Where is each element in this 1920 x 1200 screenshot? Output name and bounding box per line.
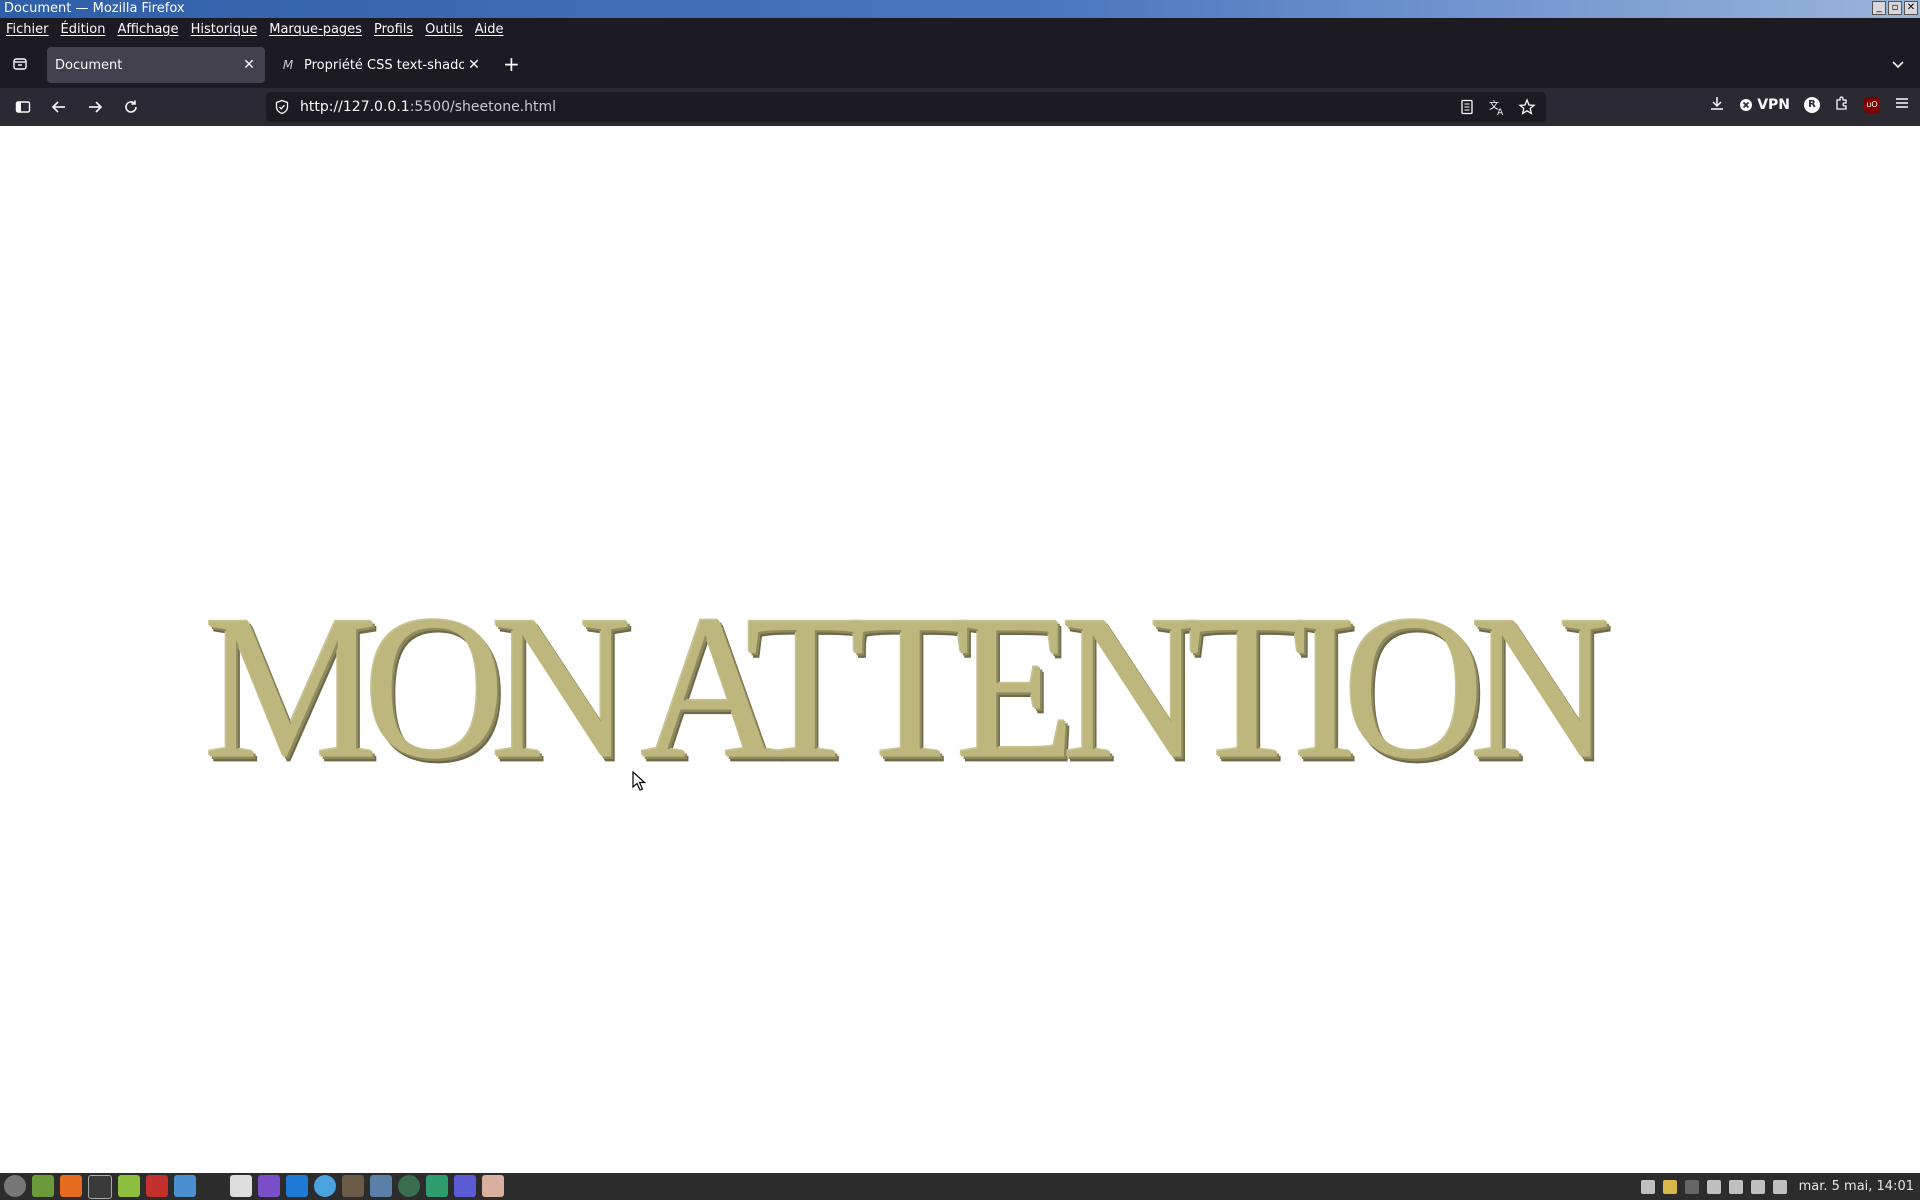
close-icon[interactable]: ✕: [464, 57, 484, 73]
close-icon[interactable]: ✕: [239, 57, 259, 73]
clock[interactable]: mar. 5 mai, 14:01: [1799, 1179, 1914, 1194]
remote-desktop-icon[interactable]: [482, 1175, 504, 1197]
sidebar-icon[interactable]: [11, 95, 35, 119]
bluetooth-icon[interactable]: [1640, 1179, 1655, 1194]
maximize-icon[interactable]: ▫: [1888, 1, 1902, 15]
minimize-icon[interactable]: _: [1872, 1, 1886, 15]
ublock-origin-icon[interactable]: uO: [1864, 97, 1880, 113]
close-icon[interactable]: ✕: [1904, 1, 1918, 15]
tab-overview-icon[interactable]: [8, 52, 32, 76]
tab-favicon: M: [282, 58, 294, 72]
chevron-down-icon[interactable]: [1890, 56, 1906, 76]
settings-icon[interactable]: [314, 1175, 336, 1197]
vpn-button[interactable]: VPN: [1739, 97, 1790, 113]
app-menu-icon[interactable]: [4, 1175, 26, 1197]
volume-icon[interactable]: [1772, 1179, 1787, 1194]
profile-avatar[interactable]: R: [1804, 97, 1820, 113]
download-icon[interactable]: [1709, 95, 1725, 115]
toolbar-right: VPN R uO: [1709, 95, 1910, 115]
taskbar: mar. 5 mai, 14:01: [0, 1173, 1920, 1200]
vpn-label: VPN: [1757, 97, 1790, 113]
vscodium-icon[interactable]: [426, 1175, 448, 1197]
show-desktop-icon[interactable]: [32, 1175, 54, 1197]
menu-edition[interactable]: Édition: [55, 22, 112, 37]
reload-icon[interactable]: [119, 95, 143, 119]
shield-icon[interactable]: [274, 99, 290, 119]
terminal-icon[interactable]: [88, 1175, 112, 1199]
obsidian-icon[interactable]: [258, 1175, 280, 1197]
menu-aide[interactable]: Aide: [469, 22, 510, 37]
url-bar[interactable]: http://127.0.0.1:5500/sheetone.html 文A: [266, 92, 1546, 122]
taskbar-launchers: [4, 1175, 504, 1199]
menu-affichage[interactable]: Affichage: [111, 22, 184, 37]
headline-text: MON ATTENTION: [204, 573, 1611, 802]
headline-container: MON ATTENTION: [0, 573, 1920, 830]
taskbar-spacer: [202, 1175, 224, 1197]
svg-text:A: A: [1497, 108, 1504, 116]
globe-icon[interactable]: [398, 1175, 420, 1197]
url-bar-actions: 文A: [1458, 98, 1536, 120]
menu-marque-pages[interactable]: Marque-pages: [263, 22, 368, 37]
reader-view-icon[interactable]: [1458, 98, 1476, 120]
firefox-icon[interactable]: [60, 1175, 82, 1197]
image-viewer-icon[interactable]: [370, 1175, 392, 1197]
battery-icon[interactable]: [1706, 1179, 1721, 1194]
tab-document[interactable]: Document ✕: [47, 47, 265, 83]
url-path: :5500/sheetone.html: [409, 99, 557, 115]
gimp-icon[interactable]: [342, 1175, 364, 1197]
menu-historique[interactable]: Historique: [185, 22, 264, 37]
menu-bar: Fichier Édition Affichage Historique Mar…: [0, 18, 1920, 40]
translate-icon[interactable]: 文A: [1488, 98, 1506, 120]
window-controls: _ ▫ ✕: [1872, 1, 1918, 15]
window-title: Document — Mozilla Firefox: [4, 1, 185, 16]
media-player-icon[interactable]: [454, 1175, 476, 1197]
window-title-bar: Document — Mozilla Firefox _ ▫ ✕: [0, 0, 1920, 18]
navigation-toolbar: http://127.0.0.1:5500/sheetone.html 文A V…: [0, 88, 1920, 126]
mouse-cursor-icon: [632, 770, 647, 795]
tab-text-shadow[interactable]: M Propriété CSS text-shadow ✕: [274, 47, 490, 83]
files-icon[interactable]: [118, 1175, 140, 1197]
url-host: http://127.0.0.1: [300, 99, 410, 115]
document-icon[interactable]: [230, 1175, 252, 1197]
clipboard-icon[interactable]: [1728, 1179, 1743, 1194]
network-icon[interactable]: [1684, 1179, 1699, 1194]
system-tray: mar. 5 mai, 14:01: [1640, 1173, 1914, 1200]
page-content: MON ATTENTION: [0, 126, 1920, 1173]
display-icon[interactable]: [1662, 1179, 1677, 1194]
back-arrow-icon[interactable]: [47, 95, 71, 119]
vpn-off-icon: [1740, 99, 1753, 111]
tab-strip: Document ✕ M Propriété CSS text-shadow ✕…: [0, 40, 1920, 88]
screenshot-icon[interactable]: [174, 1175, 196, 1197]
url-text[interactable]: http://127.0.0.1:5500/sheetone.html: [300, 92, 556, 122]
tab-label: Propriété CSS text-shadow: [304, 57, 464, 73]
menu-outils[interactable]: Outils: [419, 22, 469, 37]
tab-label: Document: [55, 57, 123, 73]
forward-arrow-icon[interactable]: [83, 95, 107, 119]
hamburger-menu-icon[interactable]: [1894, 95, 1910, 115]
star-icon[interactable]: [1518, 98, 1536, 120]
menu-fichier[interactable]: Fichier: [0, 22, 55, 37]
vscode-icon[interactable]: [286, 1175, 308, 1197]
plus-icon[interactable]: +: [503, 53, 520, 75]
text-editor-icon[interactable]: [146, 1175, 168, 1197]
menu-profils[interactable]: Profils: [368, 22, 419, 37]
security-shield-icon[interactable]: [1750, 1179, 1765, 1194]
extensions-icon[interactable]: [1834, 95, 1850, 115]
